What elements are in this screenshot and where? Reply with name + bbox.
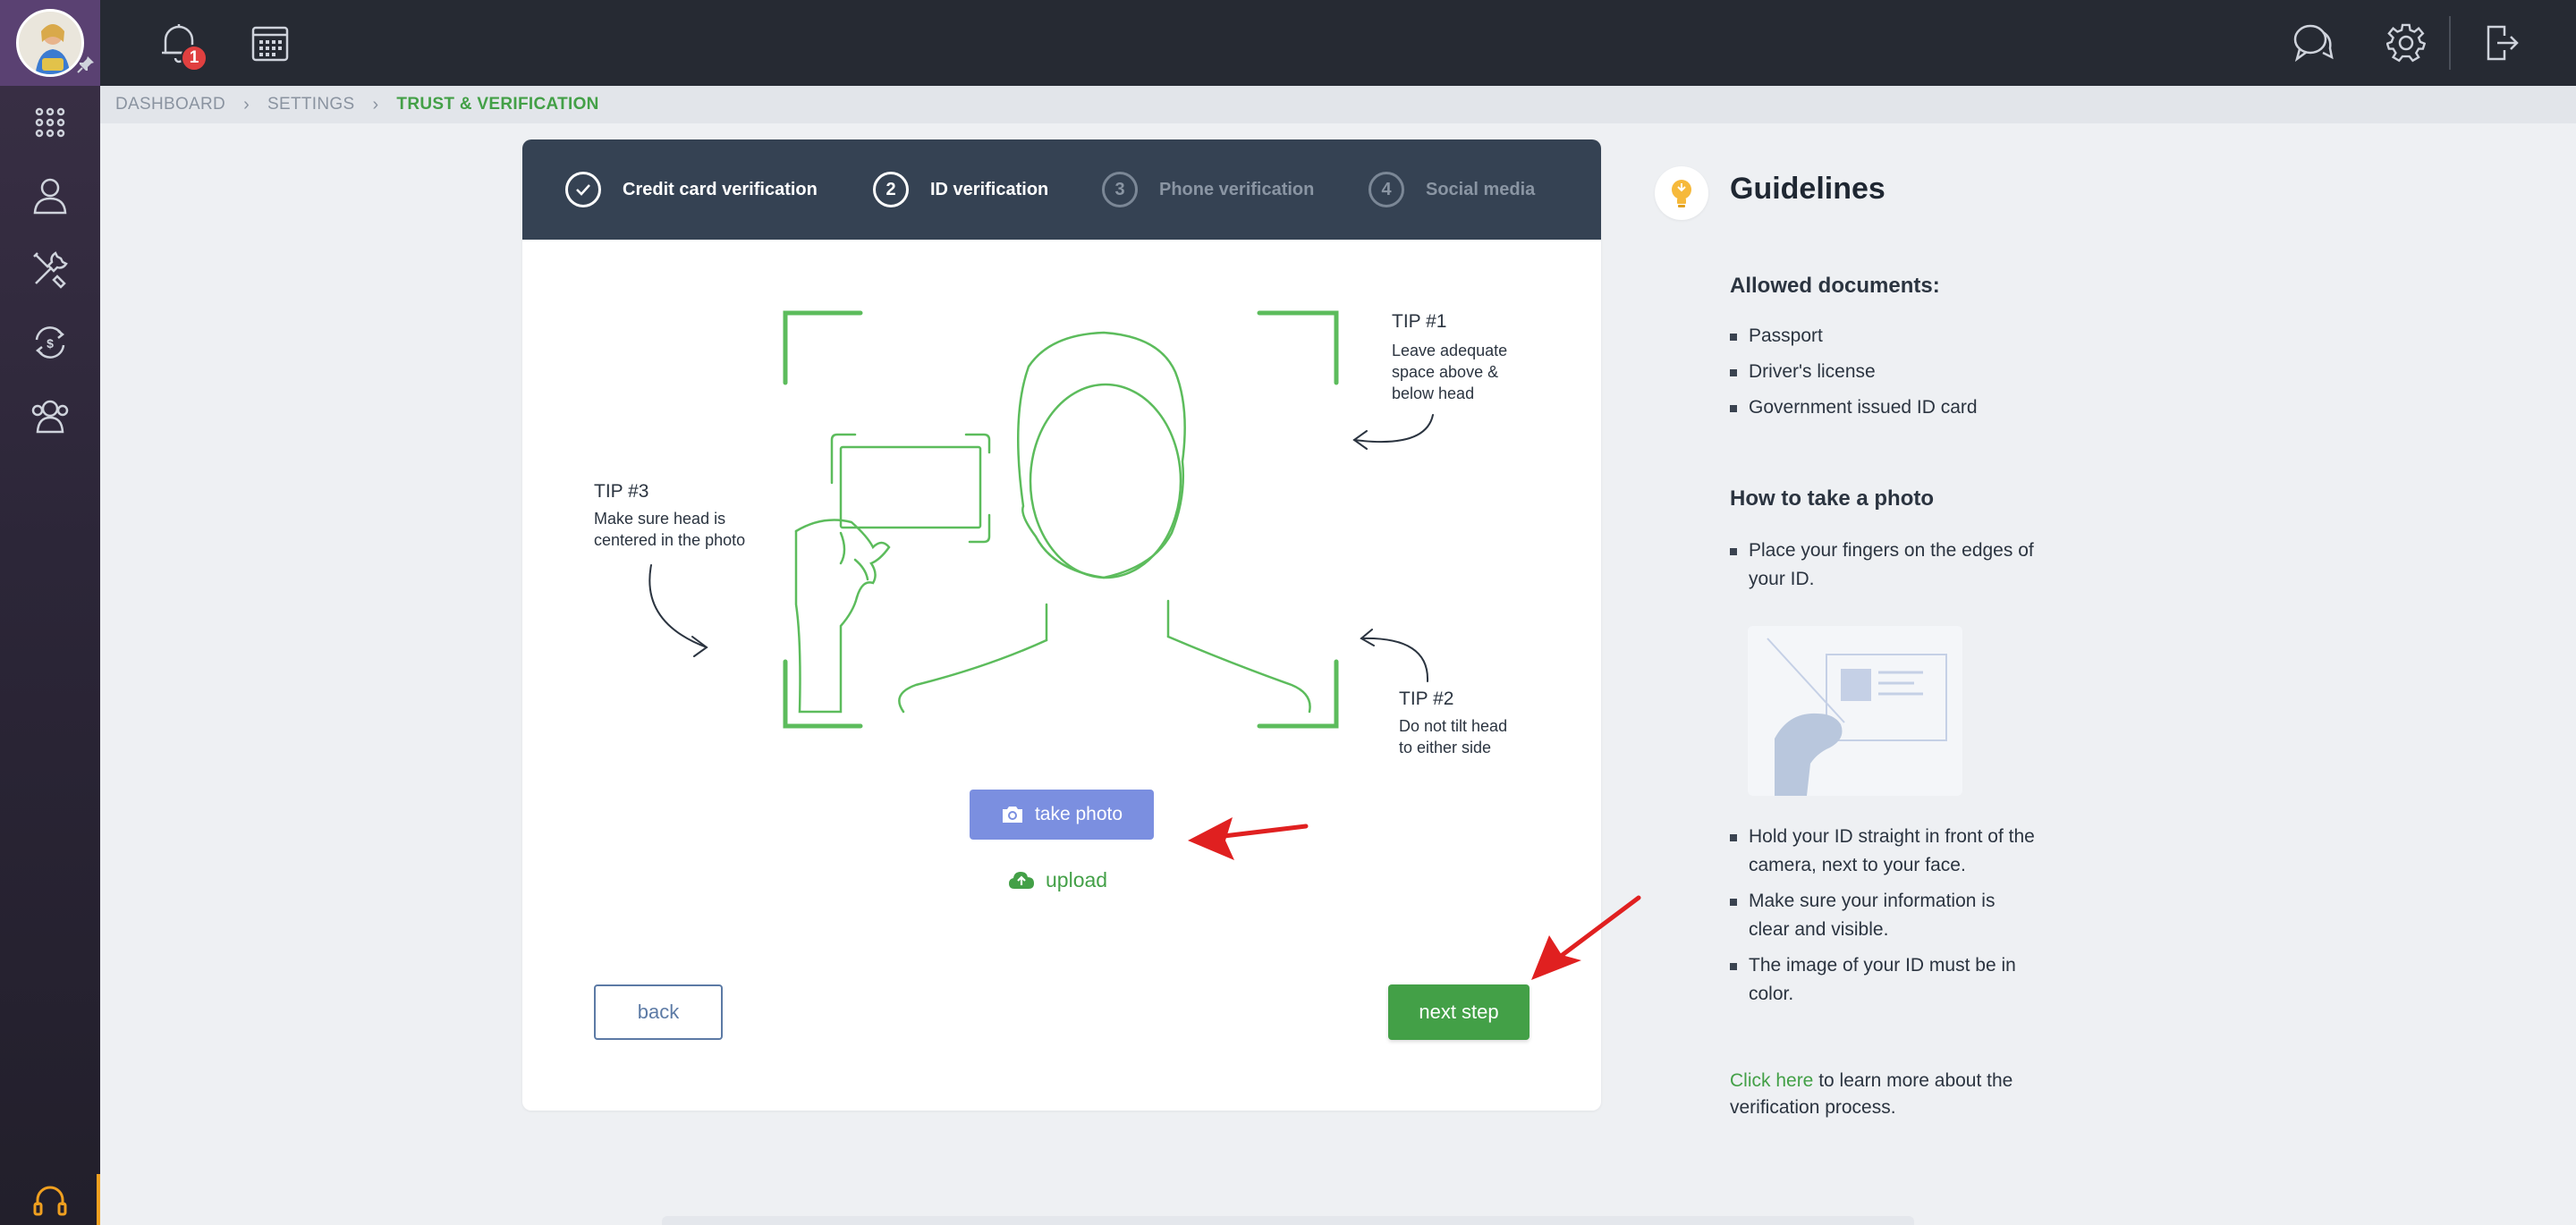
help-accent-bar (97, 1174, 100, 1225)
breadcrumb-current: TRUST & VERIFICATION (396, 95, 599, 114)
chat-icon (2293, 24, 2334, 63)
how-to-list-bottom: Hold your ID straight in front of the ca… (1730, 823, 2035, 1009)
chat-button[interactable] (2286, 16, 2340, 70)
user-icon (33, 178, 67, 215)
tools-icon (33, 251, 68, 289)
tip3-title: TIP #3 (594, 481, 649, 502)
allowed-documents-list: Passport Driver's license Government iss… (1730, 322, 1978, 422)
notification-badge: 1 (181, 45, 208, 72)
calendar-icon (251, 26, 289, 62)
sidebar-item-tools[interactable] (0, 232, 100, 306)
apps-grid-icon (35, 107, 65, 138)
cloud-upload-icon (1009, 872, 1034, 889)
breadcrumb-dashboard[interactable]: DASHBOARD (115, 95, 225, 114)
list-item: Passport (1730, 322, 1978, 351)
sidebar-header (0, 0, 100, 86)
list-item: Make sure your information is clear and … (1730, 887, 2035, 944)
bottom-panel-edge (662, 1216, 1914, 1225)
guidelines-title: Guidelines (1730, 172, 1885, 206)
allowed-documents-heading: Allowed documents: (1730, 274, 1940, 298)
list-item: Government issued ID card (1730, 393, 1978, 422)
list-item: Driver's license (1730, 358, 1978, 386)
notifications-button[interactable]: 1 (152, 16, 208, 72)
gear-icon (2386, 23, 2426, 63)
logout-button[interactable] (2476, 16, 2529, 70)
svg-text:$: $ (47, 336, 54, 351)
avatar[interactable] (16, 9, 84, 77)
calendar-button[interactable] (243, 16, 297, 70)
tip1-text: Leave adequate space above & below head (1392, 342, 1508, 402)
camera-icon (1002, 807, 1022, 823)
list-item: The image of your ID must be in color. (1730, 951, 2035, 1009)
id-photo-illustration (648, 310, 1434, 729)
tip1-title: TIP #1 (1392, 311, 1447, 332)
next-step-button[interactable]: next step (1388, 984, 1530, 1040)
list-item: Hold your ID straight in front of the ca… (1730, 823, 2035, 880)
sidebar-item-profile[interactable] (0, 159, 100, 232)
topbar-divider (2449, 16, 2451, 70)
take-photo-label: take photo (1034, 804, 1123, 824)
pin-icon[interactable] (75, 54, 97, 75)
headset-icon (33, 1186, 67, 1215)
billing-icon: $ (35, 326, 65, 359)
id-hold-illustration (1748, 626, 1962, 796)
team-icon (31, 400, 69, 434)
chevron-right-icon: › (243, 94, 250, 114)
tip2-text: Do not tilt head to either side (1399, 717, 1508, 756)
sidebar-item-apps[interactable] (0, 86, 100, 159)
learn-more-link[interactable]: Click here (1730, 1070, 1813, 1091)
chevron-right-icon: › (372, 94, 379, 114)
learn-more-text: Click here to learn more about the verif… (1730, 1068, 2088, 1121)
help-button[interactable] (0, 1174, 100, 1225)
tip2-title: TIP #2 (1399, 689, 1454, 709)
list-item: Place your fingers on the edges of your … (1730, 536, 2034, 594)
logout-icon (2487, 25, 2519, 61)
verification-card: Credit card verification 2 ID verificati… (522, 139, 1601, 1111)
take-photo-button[interactable]: take photo (970, 790, 1154, 840)
how-to-list-top: Place your fingers on the edges of your … (1730, 536, 2034, 594)
sidebar: $ (0, 0, 100, 1225)
sidebar-item-team[interactable] (0, 379, 100, 452)
how-to-heading: How to take a photo (1730, 486, 1934, 511)
breadcrumb-settings[interactable]: SETTINGS (267, 95, 354, 114)
tip3-text: Make sure head is centered in the photo (594, 510, 746, 549)
upload-button[interactable]: upload (1008, 862, 1107, 898)
bulb-icon (1655, 166, 1708, 220)
top-bar: 1 (100, 0, 2576, 86)
upload-label: upload (1046, 867, 1108, 891)
sidebar-item-billing[interactable]: $ (0, 306, 100, 379)
breadcrumb: DASHBOARD › SETTINGS › TRUST & VERIFICAT… (100, 86, 2576, 123)
back-button[interactable]: back (594, 984, 723, 1040)
settings-button[interactable] (2379, 16, 2433, 70)
